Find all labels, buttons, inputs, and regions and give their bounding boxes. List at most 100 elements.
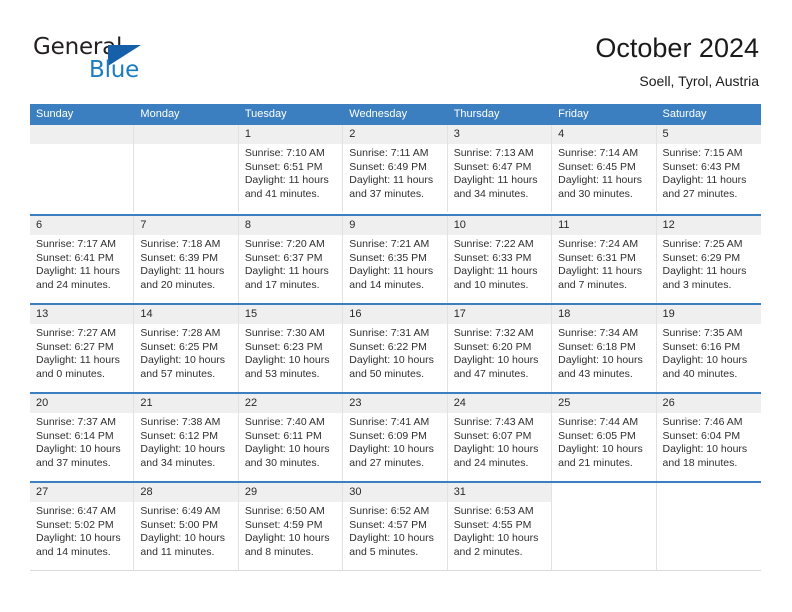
- calendar-day-cell[interactable]: 31 Sunrise: 6:53 AM Sunset: 4:55 PM Dayligh…: [447, 483, 553, 570]
- day-sun-info: Sunrise: 7:15 AM Sunset: 6:43 PM Daylight:…: [657, 144, 761, 201]
- page-header: General Blue October 2024 Soell, Tyrol, …: [0, 0, 792, 104]
- sunset-time: Sunset: 6:04 PM: [662, 429, 741, 442]
- daylight-duration-line2: and 27 minutes.: [662, 187, 738, 200]
- calendar-day-cell[interactable]: 25 Sunrise: 7:44 AM Sunset: 6:05 PM Dayligh…: [552, 394, 657, 481]
- calendar-day-cell[interactable]: 8 Sunrise: 7:20 AM Sunset: 6:37 PM Daylight…: [238, 216, 344, 303]
- calendar-day-cell[interactable]: 12 Sunrise: 7:25 AM Sunset: 6:29 PM Dayligh…: [656, 216, 761, 303]
- day-sun-info: Sunrise: 7:25 AM Sunset: 6:29 PM Daylight:…: [657, 235, 761, 292]
- sunset-time: Sunset: 6:11 PM: [244, 429, 322, 442]
- sunrise-time: Sunrise: 7:13 AM: [453, 147, 534, 159]
- sunrise-time: Sunrise: 7:25 AM: [662, 238, 743, 250]
- calendar-day-cell[interactable]: 23 Sunrise: 7:41 AM Sunset: 6:09 PM Dayligh…: [343, 394, 448, 481]
- sunset-time: Sunset: 6:33 PM: [453, 251, 532, 264]
- daylight-duration-line1: Daylight: 10 hours: [244, 443, 330, 456]
- sunset-time: Sunset: 6:09 PM: [349, 429, 427, 442]
- logo-text-blue: Blue: [89, 57, 140, 83]
- calendar-day-cell[interactable]: 29 Sunrise: 6:50 AM Sunset: 4:59 PM Dayligh…: [238, 483, 344, 570]
- sunset-time: Sunset: 6:45 PM: [558, 160, 636, 173]
- day-sun-info: Sunrise: 7:31 AM Sunset: 6:22 PM Daylight:…: [343, 324, 446, 381]
- sunset-time: Sunset: 6:05 PM: [558, 429, 636, 442]
- day-sun-info: Sunrise: 7:22 AM Sunset: 6:33 PM Daylight:…: [448, 235, 551, 292]
- sunrise-time: Sunrise: 7:30 AM: [244, 327, 325, 339]
- daylight-duration-line2: and 2 minutes.: [453, 545, 523, 558]
- daylight-duration-line1: Daylight: 11 hours: [36, 265, 120, 278]
- calendar-day-cell[interactable]: 16 Sunrise: 7:31 AM Sunset: 6:22 PM Dayligh…: [343, 305, 448, 392]
- day-sun-info: Sunrise: 7:17 AM Sunset: 6:41 PM Daylight:…: [30, 235, 133, 292]
- calendar-day-cell[interactable]: 5 Sunrise: 7:15 AM Sunset: 6:43 PM Daylight…: [656, 125, 761, 212]
- sunrise-time: Sunrise: 7:34 AM: [558, 327, 639, 339]
- day-number: 10: [447, 216, 552, 235]
- sunset-time: Sunset: 6:51 PM: [244, 160, 323, 173]
- calendar-day-cell[interactable]: 30 Sunrise: 6:52 AM Sunset: 4:57 PM Dayligh…: [343, 483, 448, 570]
- calendar-day-cell[interactable]: 13 Sunrise: 7:27 AM Sunset: 6:27 PM Dayligh…: [30, 305, 135, 392]
- calendar-day-cell[interactable]: 21 Sunrise: 7:38 AM Sunset: 6:12 PM Dayligh…: [134, 394, 239, 481]
- day-number: 6: [30, 216, 134, 235]
- sunrise-time: Sunrise: 6:52 AM: [349, 505, 430, 517]
- day-sun-info: Sunrise: 7:46 AM Sunset: 6:04 PM Daylight:…: [657, 413, 761, 470]
- dow-thursday: Thursday: [453, 108, 500, 120]
- calendar-day-cell[interactable]: 14 Sunrise: 7:28 AM Sunset: 6:25 PM Dayligh…: [134, 305, 239, 392]
- calendar-week-row: 20 Sunrise: 7:37 AM Sunset: 6:14 PM Dayligh…: [30, 392, 761, 481]
- sunset-time: Sunset: 5:00 PM: [140, 518, 219, 531]
- calendar-day-cell[interactable]: 6 Sunrise: 7:17 AM Sunset: 6:41 PM Daylight…: [30, 216, 135, 303]
- calendar-day-cell[interactable]: 26 Sunrise: 7:46 AM Sunset: 6:04 PM Dayligh…: [656, 394, 761, 481]
- day-sun-info: Sunrise: 7:24 AM Sunset: 6:31 PM Daylight:…: [552, 235, 655, 292]
- calendar-day-cell[interactable]: 3 Sunrise: 7:13 AM Sunset: 6:47 PM Daylight…: [447, 125, 553, 212]
- sunset-time: Sunset: 6:20 PM: [453, 340, 532, 353]
- calendar-day-cell[interactable]: 10 Sunrise: 7:22 AM Sunset: 6:33 PM Dayligh…: [447, 216, 553, 303]
- day-sun-info: Sunrise: 6:47 AM Sunset: 5:02 PM Daylight:…: [30, 502, 133, 559]
- calendar-day-cell[interactable]: 22 Sunrise: 7:40 AM Sunset: 6:11 PM Dayligh…: [238, 394, 344, 481]
- daylight-duration-line1: Daylight: 11 hours: [558, 265, 642, 278]
- calendar-day-cell[interactable]: 27 Sunrise: 6:47 AM Sunset: 5:02 PM Dayligh…: [30, 483, 135, 570]
- calendar-week-row: 6 Sunrise: 7:17 AM Sunset: 6:41 PM Daylight…: [30, 214, 761, 303]
- daylight-duration-line2: and 53 minutes.: [244, 367, 320, 380]
- calendar-day-cell[interactable]: 15 Sunrise: 7:30 AM Sunset: 6:23 PM Dayligh…: [238, 305, 344, 392]
- daylight-duration-line1: Daylight: 10 hours: [36, 532, 121, 545]
- daylight-duration-line1: Daylight: 10 hours: [140, 354, 226, 367]
- day-sun-info: Sunrise: 7:35 AM Sunset: 6:16 PM Daylight:…: [657, 324, 761, 381]
- calendar-day-cell[interactable]: 2 Sunrise: 7:11 AM Sunset: 6:49 PM Daylight…: [343, 125, 448, 212]
- day-number: 30: [343, 483, 447, 502]
- sunrise-time: Sunrise: 7:10 AM: [244, 147, 325, 159]
- calendar-day-cell[interactable]: 7 Sunrise: 7:18 AM Sunset: 6:39 PM Daylight…: [134, 216, 239, 303]
- sunrise-time: Sunrise: 6:47 AM: [36, 505, 116, 517]
- sunrise-time: Sunrise: 7:46 AM: [662, 416, 743, 428]
- day-number: 24: [447, 394, 552, 413]
- calendar-day-cell[interactable]: 1 Sunrise: 7:10 AM Sunset: 6:51 PM Daylight…: [238, 125, 344, 212]
- day-sun-info: Sunrise: 7:41 AM Sunset: 6:09 PM Daylight:…: [343, 413, 446, 470]
- calendar-day-cell[interactable]: 11 Sunrise: 7:24 AM Sunset: 6:31 PM Dayligh…: [552, 216, 657, 303]
- day-sun-info: Sunrise: 7:13 AM Sunset: 6:47 PM Daylight:…: [448, 144, 551, 201]
- daylight-duration-line2: and 30 minutes.: [244, 456, 320, 469]
- calendar-day-cell[interactable]: 4 Sunrise: 7:14 AM Sunset: 6:45 PM Daylight…: [552, 125, 657, 212]
- day-number: 27: [30, 483, 134, 502]
- daylight-duration-line2: and 30 minutes.: [558, 187, 633, 200]
- calendar-day-cell[interactable]: 20 Sunrise: 7:37 AM Sunset: 6:14 PM Dayligh…: [30, 394, 135, 481]
- sunset-time: Sunset: 6:43 PM: [662, 160, 741, 173]
- daylight-duration-line2: and 50 minutes.: [349, 367, 424, 380]
- sunrise-time: Sunrise: 7:28 AM: [140, 327, 221, 339]
- day-number: 16: [343, 305, 447, 324]
- day-number: [552, 483, 656, 502]
- calendar-day-cell[interactable]: 9 Sunrise: 7:21 AM Sunset: 6:35 PM Daylight…: [343, 216, 448, 303]
- day-sun-info: Sunrise: 7:38 AM Sunset: 6:12 PM Daylight:…: [134, 413, 237, 470]
- calendar-day-cell[interactable]: 18 Sunrise: 7:34 AM Sunset: 6:18 PM Dayligh…: [552, 305, 657, 392]
- calendar-day-cell[interactable]: 17 Sunrise: 7:32 AM Sunset: 6:20 PM Dayligh…: [447, 305, 553, 392]
- day-number: 23: [343, 394, 447, 413]
- sunset-time: Sunset: 5:02 PM: [36, 518, 114, 531]
- sunrise-time: Sunrise: 7:41 AM: [349, 416, 430, 428]
- daylight-duration-line2: and 24 minutes.: [453, 456, 529, 469]
- calendar-day-cell[interactable]: 24 Sunrise: 7:43 AM Sunset: 6:07 PM Dayligh…: [447, 394, 553, 481]
- general-blue-logo[interactable]: General Blue: [33, 34, 203, 88]
- day-number: 18: [552, 305, 656, 324]
- day-number: 25: [552, 394, 656, 413]
- daylight-duration-line2: and 17 minutes.: [244, 278, 320, 291]
- calendar-day-cell[interactable]: 28 Sunrise: 6:49 AM Sunset: 5:00 PM Dayligh…: [134, 483, 239, 570]
- calendar-grid: Sunday Monday Tuesday Wednesday Thursday…: [30, 104, 761, 571]
- sunset-time: Sunset: 6:18 PM: [558, 340, 636, 353]
- dow-wednesday: Wednesday: [349, 108, 408, 120]
- calendar-day-cell[interactable]: 19 Sunrise: 7:35 AM Sunset: 6:16 PM Dayligh…: [656, 305, 761, 392]
- sunrise-time: Sunrise: 7:38 AM: [140, 416, 221, 428]
- daylight-duration-line1: Daylight: 10 hours: [558, 354, 643, 367]
- day-sun-info: Sunrise: 7:30 AM Sunset: 6:23 PM Daylight:…: [239, 324, 342, 381]
- day-number: 26: [656, 394, 761, 413]
